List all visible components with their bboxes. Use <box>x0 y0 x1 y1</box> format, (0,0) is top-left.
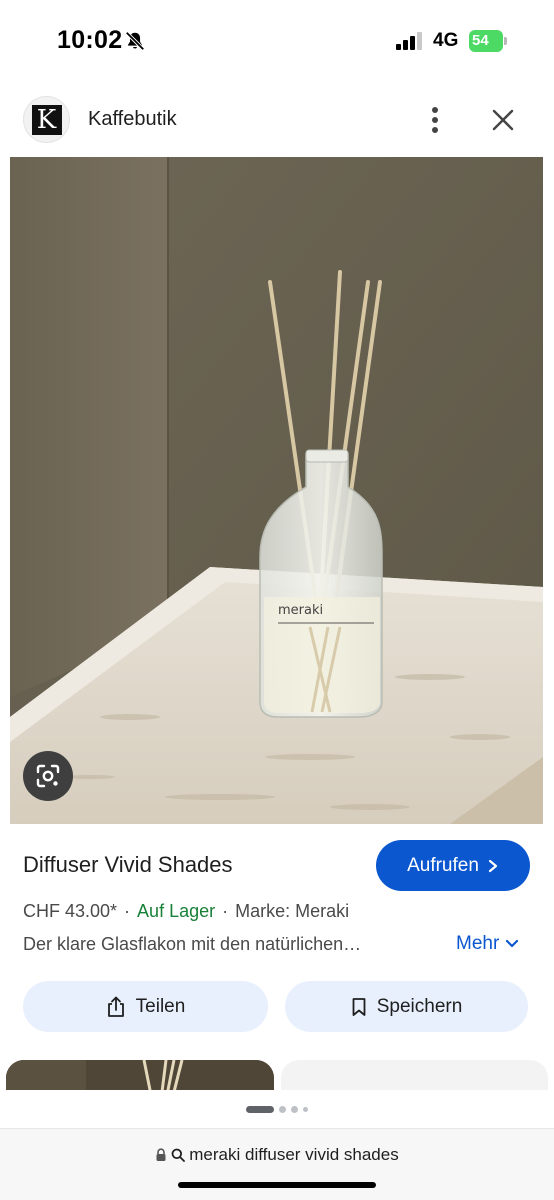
product-meta: CHF 43.00* · Auf Lager · Marke: Meraki <box>23 901 350 921</box>
site-name[interactable]: Kaffebutik <box>88 108 177 131</box>
address-bar-content: meraki diffuser vivid shades <box>0 1145 554 1165</box>
network-type: 4G <box>433 30 459 51</box>
product-photo: meraki <box>10 157 543 824</box>
lock-icon <box>156 1148 166 1161</box>
carousel-pager <box>0 1090 554 1128</box>
header: K Kaffebutik <box>0 90 554 150</box>
status-time: 10:02 <box>57 26 123 54</box>
share-button[interactable]: Teilen <box>23 981 268 1032</box>
home-indicator[interactable] <box>178 1182 376 1188</box>
battery-level: 54 <box>472 32 489 49</box>
site-logo-letter: K <box>31 104 62 135</box>
visit-button[interactable]: Aufrufen <box>376 840 530 891</box>
more-button-label: Mehr <box>456 933 500 954</box>
bookmark-icon <box>352 997 366 1016</box>
search-query: meraki diffuser vivid shades <box>189 1145 399 1164</box>
pager-dot <box>279 1105 286 1113</box>
product-description: Der klare Glasflakon mit den natürlichen… <box>23 934 362 954</box>
status-bar: 10:02 4G 54 <box>0 0 554 80</box>
product-title: Diffuser Vivid Shades <box>23 852 233 877</box>
chevron-right-icon <box>488 859 498 872</box>
product-price: CHF 43.00* <box>23 901 118 921</box>
lens-icon <box>36 764 60 788</box>
visit-button-label: Aufrufen <box>407 854 479 876</box>
site-logo[interactable]: K <box>23 96 70 143</box>
pager-dot <box>291 1105 298 1113</box>
more-vert-icon[interactable] <box>420 104 450 136</box>
bell-slash-icon <box>125 31 145 51</box>
lens-search-button[interactable] <box>23 751 73 801</box>
share-icon <box>107 996 124 1017</box>
stock-status: Auf Lager <box>137 901 216 921</box>
share-button-label: Teilen <box>135 995 186 1017</box>
pager-active <box>246 1105 274 1113</box>
bottle-label-text: meraki <box>278 603 323 618</box>
close-icon[interactable] <box>487 104 519 136</box>
more-button[interactable]: Mehr <box>456 933 519 955</box>
save-button-label: Speichern <box>376 995 463 1017</box>
pager-dot <box>303 1106 308 1112</box>
address-bar[interactable]: meraki diffuser vivid shades <box>0 1128 554 1200</box>
save-button[interactable]: Speichern <box>285 981 528 1032</box>
signal-icon <box>396 32 422 50</box>
battery-charging-icon: 54 <box>469 30 507 52</box>
product-image[interactable]: meraki <box>10 157 543 824</box>
product-brand: Marke: Meraki <box>235 901 350 921</box>
search-icon <box>171 1148 186 1162</box>
chevron-down-icon <box>506 939 519 948</box>
